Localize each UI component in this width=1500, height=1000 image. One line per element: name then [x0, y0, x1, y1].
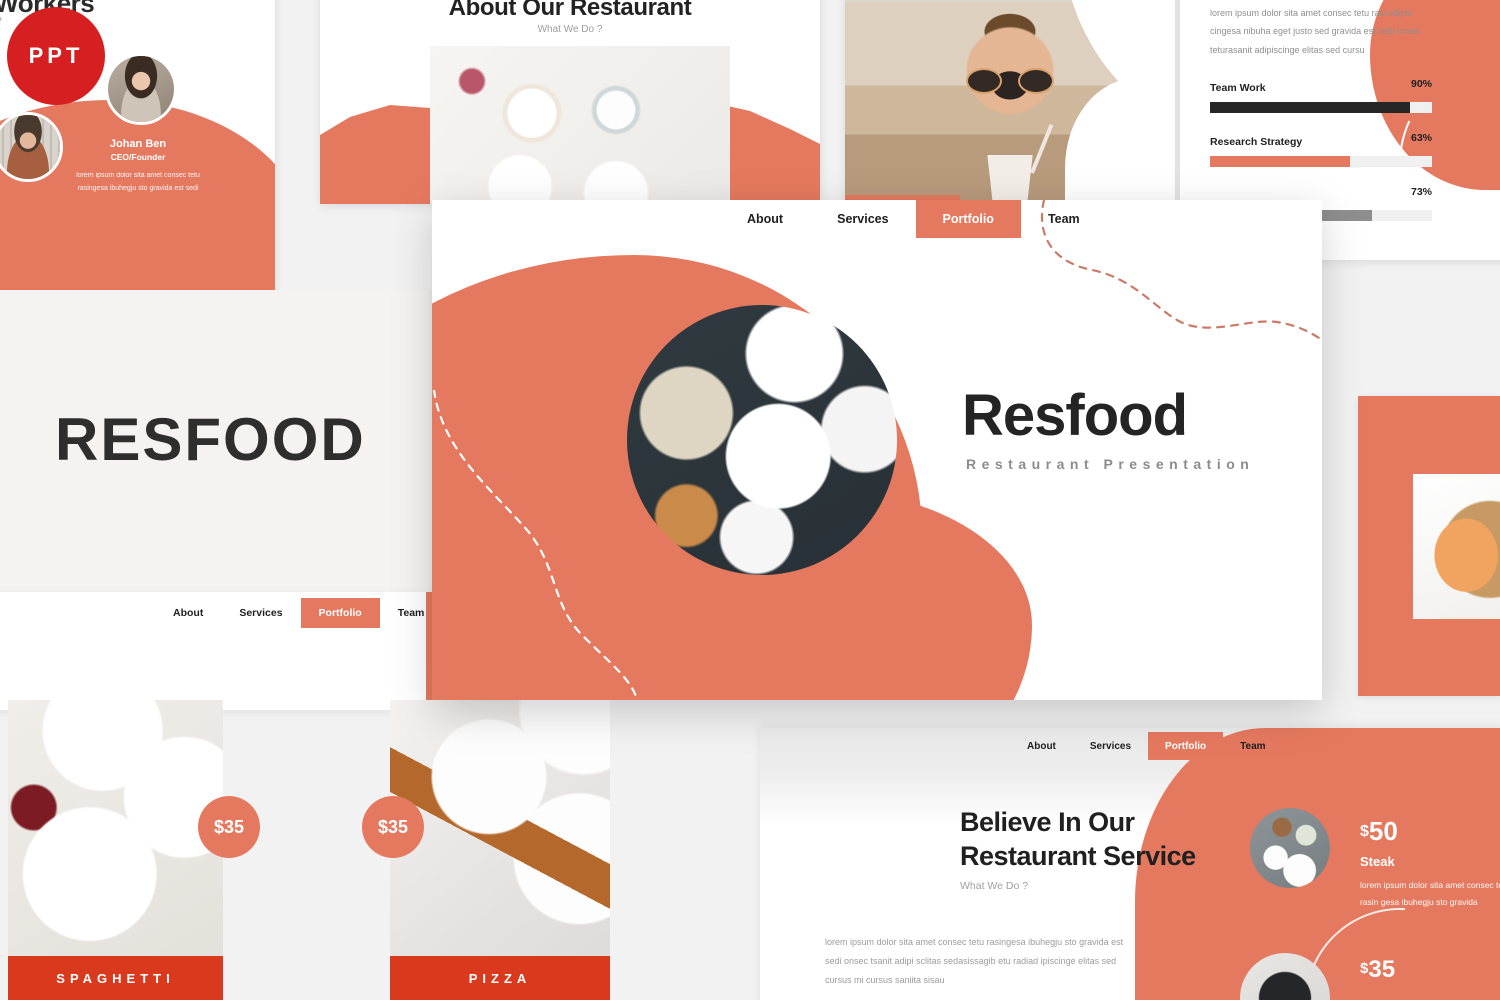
skill-percent: 73% [1410, 186, 1432, 198]
price-amount: $50 [1360, 818, 1500, 844]
currency-symbol: $ [1360, 823, 1369, 840]
price-badge: $35 [198, 796, 260, 858]
slide-person-photo[interactable] [845, 0, 1175, 203]
slide-dish-panel[interactable] [1358, 396, 1500, 696]
nav-item-portfolio[interactable]: Portfolio [1148, 732, 1224, 760]
member-name: Johan Ben [109, 138, 167, 150]
nav-item-about[interactable]: About [155, 598, 221, 628]
believe-title-line2: Restaurant Service [960, 840, 1196, 871]
slide-main-title[interactable]: About Services Portfolio Team Resfood Re… [432, 200, 1322, 700]
nav-item-team[interactable]: Team [380, 598, 440, 628]
ppt-badge: PPT [7, 7, 105, 105]
slide-nav-strip[interactable]: About Services Portfolio Team [0, 592, 440, 710]
skill-progress-track [1210, 102, 1432, 113]
straw-decor [1029, 124, 1054, 174]
avatar-woman [105, 53, 177, 125]
slide-team[interactable]: Fast Workers What We Do ? PPT Johan Ben … [0, 0, 275, 290]
price-amount: $35 [1360, 956, 1395, 984]
about-food-photo [430, 46, 730, 204]
menu-card-label: PIZZA [390, 956, 610, 1000]
believe-title-line1: Believe In Our [960, 807, 1135, 837]
slide-about[interactable]: About Services Portfolio Team About Our … [320, 0, 820, 204]
skill-progress-track [1210, 156, 1432, 167]
nav-item-services[interactable]: Services [221, 598, 300, 628]
brand-subtitle: Restaurant Presentation [966, 456, 1255, 472]
skills-description: lorem ipsum dolor sita amet consec tetu … [1210, 8, 1422, 55]
dish-photo [1413, 474, 1500, 619]
lens-left [966, 67, 1002, 94]
wordmark-text: RESFOOD [55, 406, 366, 473]
amount-value: 35 [1368, 956, 1396, 983]
believe-title: Believe In Our Restaurant Service [960, 806, 1260, 874]
member-description: lorem ipsum dolor sita amet consec tetu … [76, 172, 200, 192]
navbar[interactable]: About Services Portfolio Team [1010, 732, 1283, 760]
skill-label: Research Strategy [1210, 136, 1303, 148]
skill-progress-fill [1210, 156, 1350, 167]
about-slide-subtitle: What We Do ? [537, 24, 603, 35]
nav-item-services[interactable]: Services [810, 200, 915, 238]
team-slide-subtitle: What We Do ? [0, 16, 2, 27]
slide-wordmark[interactable]: RESFOOD [0, 290, 440, 600]
slide-believe[interactable]: About Services Portfolio Team Believe In… [760, 728, 1500, 1000]
navbar[interactable]: About Services Portfolio Team [720, 200, 1107, 238]
price-badge: $35 [362, 796, 424, 858]
price-item-second: $35 [1360, 956, 1395, 984]
amount-value: 50 [1368, 816, 1398, 846]
spaghetti-photo [8, 700, 223, 956]
believe-body-text: lorem ipsum dolor sita amet consec tetu … [825, 937, 1124, 985]
price-item-description: lorem ipsum dolor sita amet consec tetu … [1360, 880, 1500, 907]
about-slide-title: About Our Restaurant [448, 0, 692, 21]
dish-thumbnail-1 [1250, 808, 1330, 888]
skill-row-research-strategy: Research Strategy 63% [1210, 132, 1432, 167]
menu-card-label: SPAGHETTI [8, 956, 223, 1000]
sunglasses-icon [966, 67, 1054, 94]
menu-card-spaghetti[interactable]: $35 SPAGHETTI [8, 700, 260, 1000]
nav-item-portfolio[interactable]: Portfolio [915, 200, 1021, 238]
presentation-mockup-stage: Fast Workers What We Do ? PPT Johan Ben … [0, 0, 1500, 1000]
nav-item-team[interactable]: Team [1223, 732, 1282, 760]
nav-item-team[interactable]: Team [1021, 200, 1107, 238]
nav-item-about[interactable]: About [720, 200, 810, 238]
food-image [430, 46, 730, 204]
lens-right [1018, 67, 1054, 94]
nav-item-services[interactable]: Services [1073, 732, 1148, 760]
avatar-photo [108, 56, 174, 122]
menu-card-image [8, 700, 223, 956]
nav-item-portfolio[interactable]: Portfolio [300, 598, 380, 628]
believe-subtitle: What We Do ? [960, 880, 1029, 892]
avatar-photo [0, 115, 60, 179]
drink-cup [987, 155, 1033, 203]
price-item-name: Steak [1360, 854, 1395, 869]
navbar[interactable]: About Services Portfolio Team [155, 598, 440, 628]
nav-item-about[interactable]: About [1010, 732, 1073, 760]
dashed-line-left [432, 390, 639, 700]
member-role: CEO/Founder [110, 152, 166, 162]
skill-percent: 90% [1410, 78, 1432, 90]
price-item-steak: $50 Steak lorem ipsum dolor sita amet co… [1360, 818, 1500, 911]
skill-percent: 63% [1410, 132, 1432, 144]
skill-progress-fill [1210, 102, 1410, 113]
menu-card-pizza[interactable]: $35 PIZZA [362, 700, 610, 1000]
skill-row-team-work: Team Work 90% [1210, 78, 1432, 113]
skill-label: Team Work [1210, 82, 1266, 94]
